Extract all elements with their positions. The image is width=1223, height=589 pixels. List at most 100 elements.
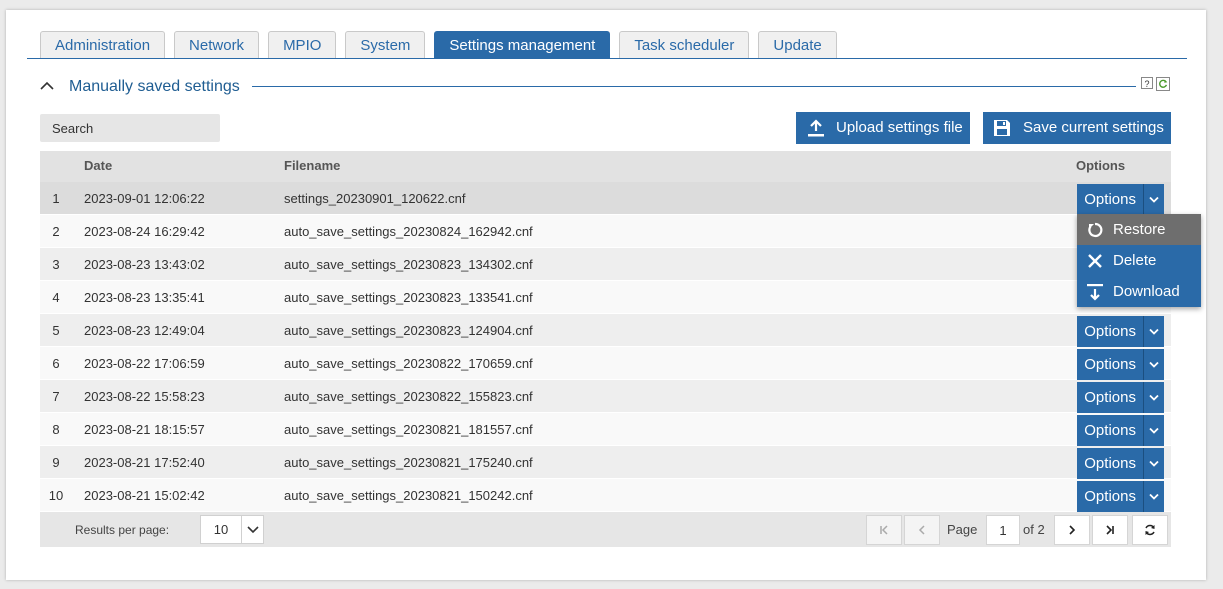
options-button[interactable]: Options — [1077, 316, 1164, 347]
restore-icon — [1077, 221, 1113, 239]
table-row[interactable]: 7 2023-08-22 15:58:23 auto_save_settings_2… — [40, 380, 1171, 413]
row-date: 2023-08-22 17:06:59 — [84, 356, 205, 371]
chevron-down-icon[interactable] — [1144, 382, 1164, 413]
previous-page-button[interactable] — [904, 515, 940, 545]
options-label: Options — [1077, 349, 1145, 380]
section-header: Manually saved settings ? — [40, 76, 1175, 100]
column-header-date[interactable]: Date — [84, 158, 112, 173]
chevron-down-icon[interactable] — [1144, 415, 1164, 446]
tab-mpio[interactable]: MPIO — [268, 31, 337, 58]
column-header-filename[interactable]: Filename — [284, 158, 340, 173]
menu-item-download-label: Download — [1113, 283, 1180, 300]
row-filename: auto_save_settings_20230823_133541.cnf — [284, 290, 533, 305]
tab-task-scheduler[interactable]: Task scheduler — [619, 31, 750, 58]
row-filename: auto_save_settings_20230821_181557.cnf — [284, 422, 533, 437]
page-label: Page — [947, 522, 978, 537]
menu-item-delete-label: Delete — [1113, 252, 1157, 269]
section-title: Manually saved settings — [69, 78, 240, 95]
results-per-page-label: Results per page: — [75, 523, 170, 537]
menu-item-restore-label: Restore — [1113, 221, 1166, 238]
first-page-button[interactable] — [866, 515, 902, 545]
table-row[interactable]: 2 2023-08-24 16:29:42 auto_save_settings_2… — [40, 215, 1171, 248]
download-icon — [1077, 283, 1113, 301]
floppy-disk-icon — [994, 120, 1010, 136]
row-number: 2 — [52, 224, 60, 239]
row-number: 9 — [52, 455, 60, 470]
results-per-page-value: 10 — [201, 516, 242, 543]
help-icon[interactable]: ? — [1141, 77, 1153, 89]
search-input[interactable] — [40, 114, 220, 142]
first-page-icon — [880, 525, 888, 535]
chevron-down-icon[interactable] — [1144, 481, 1164, 512]
row-number: 8 — [52, 422, 60, 437]
table-row[interactable]: 1 2023-09-01 12:06:22 settings_20230901_12… — [40, 182, 1171, 215]
row-filename: auto_save_settings_20230824_162942.cnf — [284, 224, 533, 239]
last-page-icon — [1106, 525, 1114, 535]
chevron-right-icon — [1069, 525, 1076, 535]
close-icon — [1077, 253, 1113, 269]
next-page-button[interactable] — [1054, 515, 1090, 545]
tab-underline — [27, 58, 1187, 59]
tab-settings-management[interactable]: Settings management — [434, 31, 611, 58]
menu-item-download[interactable]: Download — [1077, 276, 1201, 307]
row-number: 5 — [52, 323, 60, 338]
tab-bar: Administration Network MPIO System Setti… — [40, 31, 846, 59]
table-row[interactable]: 5 2023-08-23 12:49:04 auto_save_settings_2… — [40, 314, 1171, 347]
settings-table: Date Filename Options 1 2023-09-01 12:06:… — [40, 151, 1171, 547]
upload-settings-button[interactable]: Upload settings file — [796, 112, 970, 144]
refresh-icon — [1145, 524, 1155, 536]
row-number: 4 — [52, 290, 60, 305]
save-current-settings-button[interactable]: Save current settings — [983, 112, 1171, 144]
table-row[interactable]: 4 2023-08-23 13:35:41 auto_save_settings_2… — [40, 281, 1171, 314]
row-date: 2023-08-21 17:52:40 — [84, 455, 205, 470]
tab-update[interactable]: Update — [758, 31, 837, 58]
chevron-up-icon[interactable] — [40, 79, 54, 93]
table-row[interactable]: 9 2023-08-21 17:52:40 auto_save_settings_2… — [40, 446, 1171, 479]
tab-administration[interactable]: Administration — [40, 31, 166, 58]
options-dropdown-menu: Restore Delete Download — [1077, 214, 1201, 307]
options-label: Options — [1077, 448, 1145, 479]
options-button[interactable]: Options — [1077, 184, 1164, 215]
chevron-down-icon[interactable] — [1144, 316, 1164, 347]
last-page-button[interactable] — [1092, 515, 1128, 545]
table-row[interactable]: 6 2023-08-22 17:06:59 auto_save_settings_2… — [40, 347, 1171, 380]
menu-item-restore[interactable]: Restore — [1077, 214, 1201, 245]
menu-item-delete[interactable]: Delete — [1077, 245, 1201, 276]
options-button[interactable]: Options — [1077, 448, 1164, 479]
row-number: 3 — [52, 257, 60, 272]
table-row[interactable]: 10 2023-08-21 15:02:42 auto_save_settings_… — [40, 479, 1171, 512]
chevron-down-icon[interactable] — [1144, 448, 1164, 479]
options-label: Options — [1077, 382, 1145, 413]
row-filename: auto_save_settings_20230821_175240.cnf — [284, 455, 533, 470]
options-button[interactable]: Options — [1077, 349, 1164, 380]
results-per-page-select[interactable]: 10 — [200, 515, 264, 544]
table-header: Date Filename Options — [40, 151, 1171, 182]
row-date: 2023-08-24 16:29:42 — [84, 224, 205, 239]
options-label: Options — [1077, 184, 1145, 215]
row-date: 2023-09-01 12:06:22 — [84, 191, 205, 206]
options-button[interactable]: Options — [1077, 382, 1164, 413]
row-filename: auto_save_settings_20230821_150242.cnf — [284, 488, 533, 503]
options-label: Options — [1077, 481, 1145, 512]
chevron-down-icon[interactable] — [1144, 349, 1164, 380]
row-number: 10 — [48, 488, 64, 503]
options-label: Options — [1077, 316, 1145, 347]
chevron-left-icon — [918, 525, 925, 535]
row-number: 7 — [52, 389, 60, 404]
table-row[interactable]: 3 2023-08-23 13:43:02 auto_save_settings_2… — [40, 248, 1171, 281]
options-button[interactable]: Options — [1077, 481, 1164, 512]
tab-system[interactable]: System — [345, 31, 426, 58]
page-number-input[interactable] — [986, 515, 1020, 545]
row-filename: auto_save_settings_20230822_155823.cnf — [284, 389, 533, 404]
options-button[interactable]: Options — [1077, 415, 1164, 446]
chevron-down-icon[interactable] — [1144, 184, 1164, 215]
refresh-icon[interactable] — [1156, 77, 1170, 91]
table-row[interactable]: 8 2023-08-21 18:15:57 auto_save_settings_2… — [40, 413, 1171, 446]
refresh-table-button[interactable] — [1132, 515, 1168, 545]
row-filename: auto_save_settings_20230823_134302.cnf — [284, 257, 533, 272]
row-date: 2023-08-22 15:58:23 — [84, 389, 205, 404]
row-date: 2023-08-21 18:15:57 — [84, 422, 205, 437]
row-date: 2023-08-23 13:43:02 — [84, 257, 205, 272]
column-header-options: Options — [1076, 158, 1126, 173]
tab-network[interactable]: Network — [174, 31, 260, 58]
